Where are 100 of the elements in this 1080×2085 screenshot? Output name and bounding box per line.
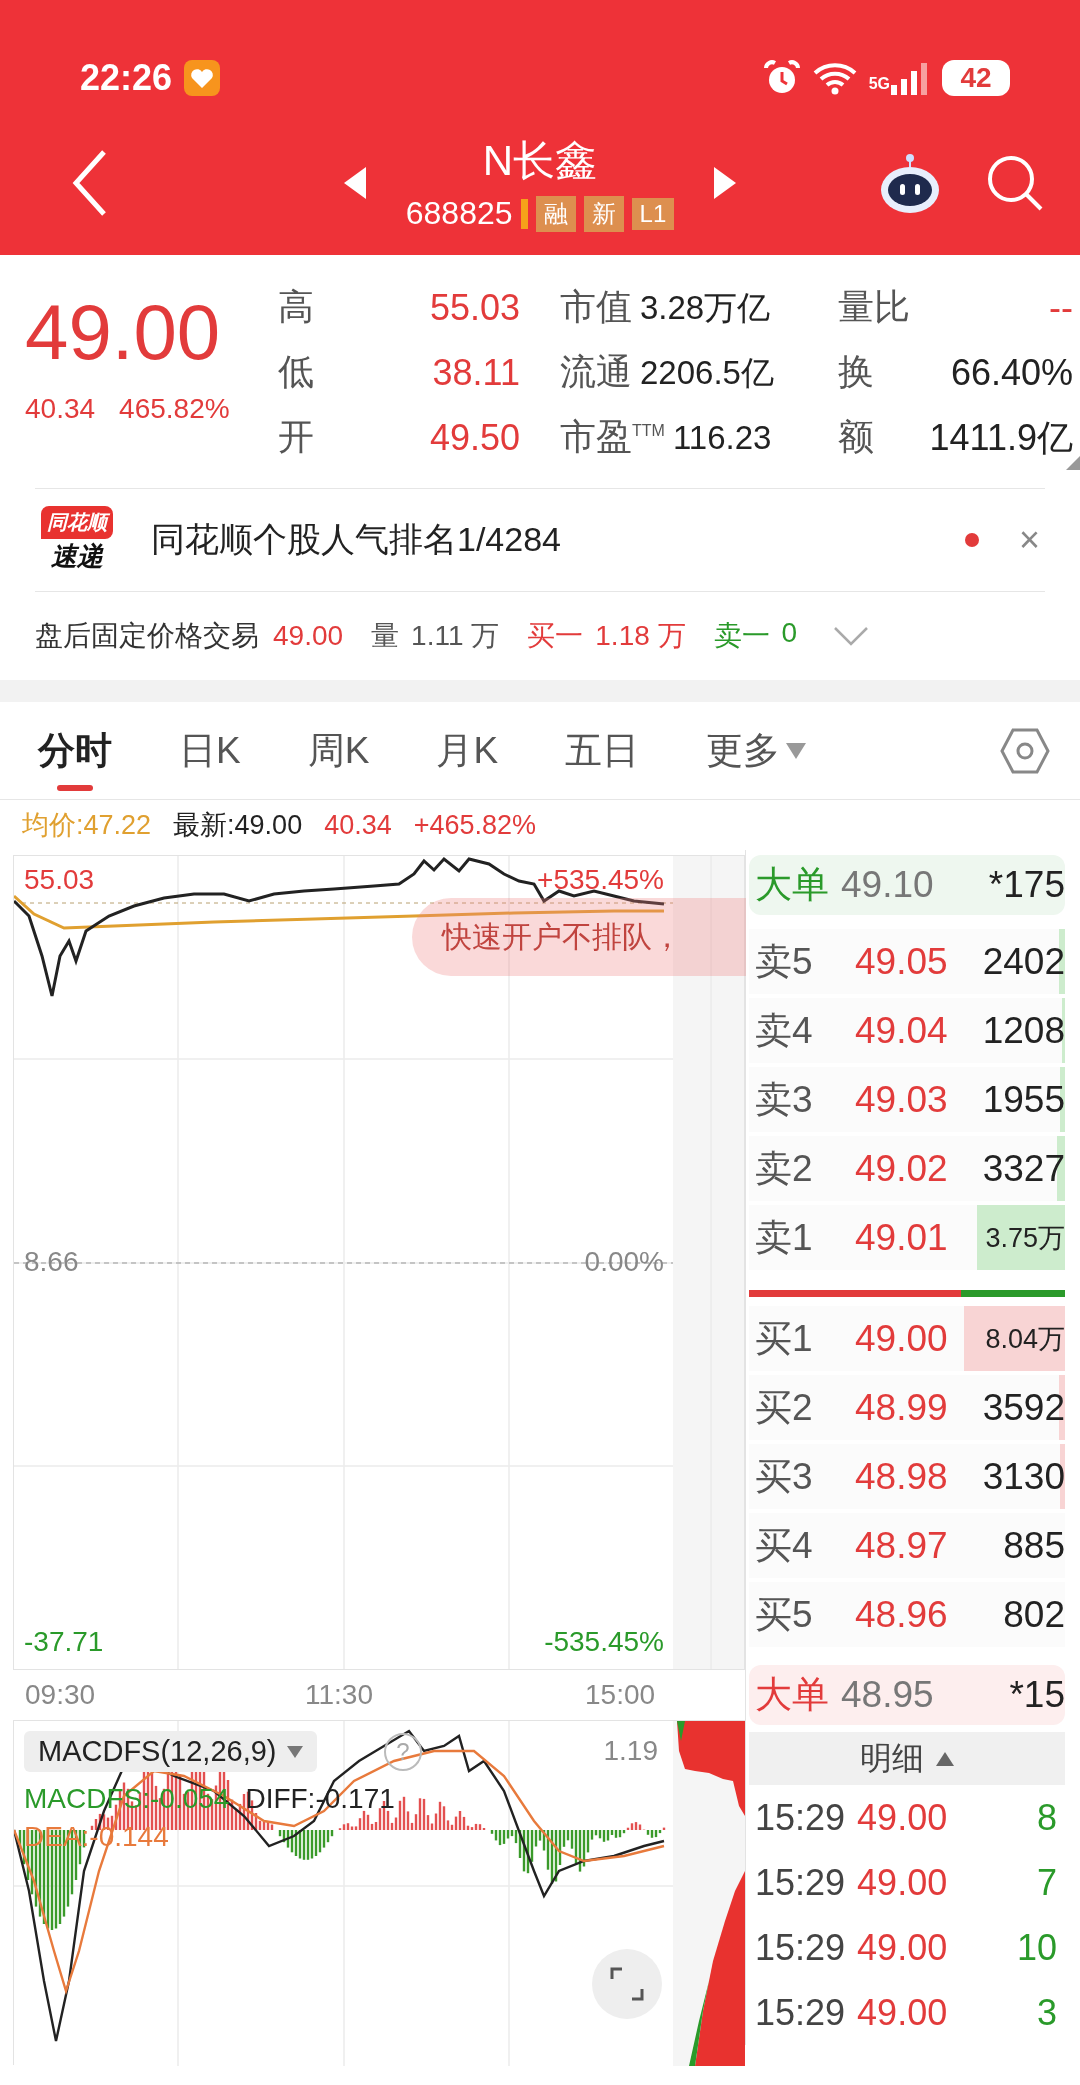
axis-label: 55.03 <box>24 864 95 896</box>
trade-volume: 3 <box>1036 1991 1058 2034</box>
stat-value: 66.40% <box>950 354 1073 391</box>
trade-volume: 10 <box>1016 1926 1058 1969</box>
order-volume: 8.04万 <box>985 1322 1065 1356</box>
app-notification-icon <box>184 59 221 96</box>
sort-up-icon <box>936 1751 954 1766</box>
network-type: 5G <box>868 74 890 93</box>
percent-change: +465.82% <box>413 809 537 841</box>
trade-detail-header[interactable]: 明细 <box>749 1732 1065 1785</box>
order-price: 49.03 <box>855 1078 948 1121</box>
stock-code: 688825 <box>405 195 513 232</box>
time-label: 09:30 <box>25 1679 96 1711</box>
order-volume: 1208 <box>982 1009 1065 1052</box>
order-volume: 3130 <box>982 1455 1065 1498</box>
order-volume: *15 <box>1009 1674 1065 1716</box>
order-volume: 3327 <box>982 1147 1065 1190</box>
quote-label: 买一 <box>527 619 584 653</box>
logo-label: 同花顺 <box>41 506 113 539</box>
stat-value: 3.28万亿 <box>640 291 771 324</box>
stat-value: 38.11 <box>432 354 520 391</box>
order-price: 48.97 <box>855 1524 948 1567</box>
stat-label: 量比 <box>838 285 910 329</box>
order-price: 48.98 <box>855 1455 948 1498</box>
order-level-label: 买3 <box>754 1454 814 1499</box>
order-price: 49.04 <box>855 1009 948 1052</box>
order-level-label: 买4 <box>754 1523 814 1568</box>
stat-label: 高 <box>278 285 314 329</box>
settings-icon[interactable] <box>1000 727 1050 774</box>
order-price: 48.96 <box>855 1593 948 1636</box>
chart-tab[interactable]: 日K <box>179 702 241 799</box>
trade-volume: 8 <box>1036 1796 1058 1839</box>
after-hours-price: 49.00 <box>273 620 344 652</box>
quote-label: 卖一 <box>713 619 770 653</box>
axis-label: +535.45% <box>537 864 664 896</box>
chart-tab[interactable]: 更多 <box>706 702 807 799</box>
dropdown-icon <box>286 1745 303 1758</box>
stat-label: 开 <box>278 415 314 459</box>
order-volume: 2402 <box>982 940 1065 983</box>
chart-tab[interactable]: 分时 <box>38 702 112 799</box>
logo-label: 速递 <box>51 540 103 573</box>
dropdown-icon <box>786 742 807 759</box>
order-volume: 802 <box>1003 1593 1065 1636</box>
selected-underline <box>57 785 93 791</box>
order-volume: *175 <box>988 864 1065 906</box>
order-level-label: 卖1 <box>754 1215 814 1260</box>
trade-time: 15:29 <box>755 1926 846 1969</box>
current-price: 49.00 <box>25 293 222 371</box>
quote-value: 0 <box>781 617 798 650</box>
big-order-label: 大单 <box>755 1673 829 1717</box>
indicator-selector[interactable]: MACDFS(12,26,9) <box>24 1731 317 1772</box>
big-order-label: 大单 <box>755 863 829 907</box>
order-level-label: 卖3 <box>754 1077 814 1122</box>
order-price: 48.99 <box>855 1386 948 1429</box>
wifi-icon <box>812 60 857 95</box>
stat-label: 市值 <box>560 285 632 329</box>
stock-tag: L1 <box>631 197 675 230</box>
chart-tab[interactable]: 五日 <box>565 702 640 799</box>
stat-label: 市盈$^{TTM}$ <box>560 415 665 459</box>
order-level-label: 买5 <box>754 1592 814 1637</box>
order-volume: 885 <box>1003 1524 1065 1567</box>
trade-time: 15:29 <box>755 1861 846 1904</box>
close-button[interactable]: × <box>1018 519 1040 561</box>
axis-label: 1.19 <box>603 1735 658 1767</box>
order-price: 49.05 <box>855 940 948 983</box>
trade-price: 49.00 <box>857 1796 948 1839</box>
trade-time: 15:29 <box>755 1796 846 1839</box>
trade-time: 15:29 <box>755 1991 846 2034</box>
axis-label: -37.71 <box>24 1626 104 1658</box>
signal-icon <box>890 60 930 95</box>
expand-corner-icon[interactable] <box>1066 456 1080 470</box>
stat-value: 116.23 <box>672 421 772 454</box>
axis-label: 0.00% <box>584 1246 664 1278</box>
time-label: 15:00 <box>585 1679 656 1711</box>
percent-change: 465.82% <box>119 393 230 425</box>
robot-assistant-icon[interactable] <box>880 151 940 214</box>
order-volume: 1955 <box>982 1078 1065 1121</box>
news-headline[interactable]: 同花顺个股人气排名1/4284 <box>151 517 965 563</box>
chart-tab[interactable]: 周K <box>307 702 370 799</box>
trade-volume: 7 <box>1036 1861 1058 1904</box>
order-volume: 3.75万 <box>985 1221 1065 1255</box>
chart-tab[interactable]: 月K <box>436 702 499 799</box>
order-price: 49.10 <box>841 864 934 906</box>
price-change: 40.34 <box>25 393 96 425</box>
stock-tag: 融 <box>535 195 576 232</box>
axis-label: 8.66 <box>24 1246 79 1278</box>
previous-stock-icon[interactable] <box>343 166 366 199</box>
order-price: 49.01 <box>855 1216 948 1259</box>
chevron-down-icon[interactable] <box>833 626 870 646</box>
order-level-label: 买1 <box>754 1316 814 1361</box>
stock-name: N长鑫 <box>482 136 598 186</box>
battery-level: 42 <box>942 59 1010 96</box>
trade-price: 49.00 <box>857 1991 948 2034</box>
quote-value: 1.11 万 <box>411 619 500 653</box>
after-hours-label: 盘后固定价格交易 <box>35 619 259 653</box>
promo-banner[interactable]: 快速开户不排队， <box>412 898 746 976</box>
quote-label: 量 <box>371 619 400 653</box>
next-stock-icon[interactable] <box>714 166 737 199</box>
order-level-label: 卖4 <box>754 1008 814 1053</box>
price-change: 40.34 <box>324 809 392 841</box>
